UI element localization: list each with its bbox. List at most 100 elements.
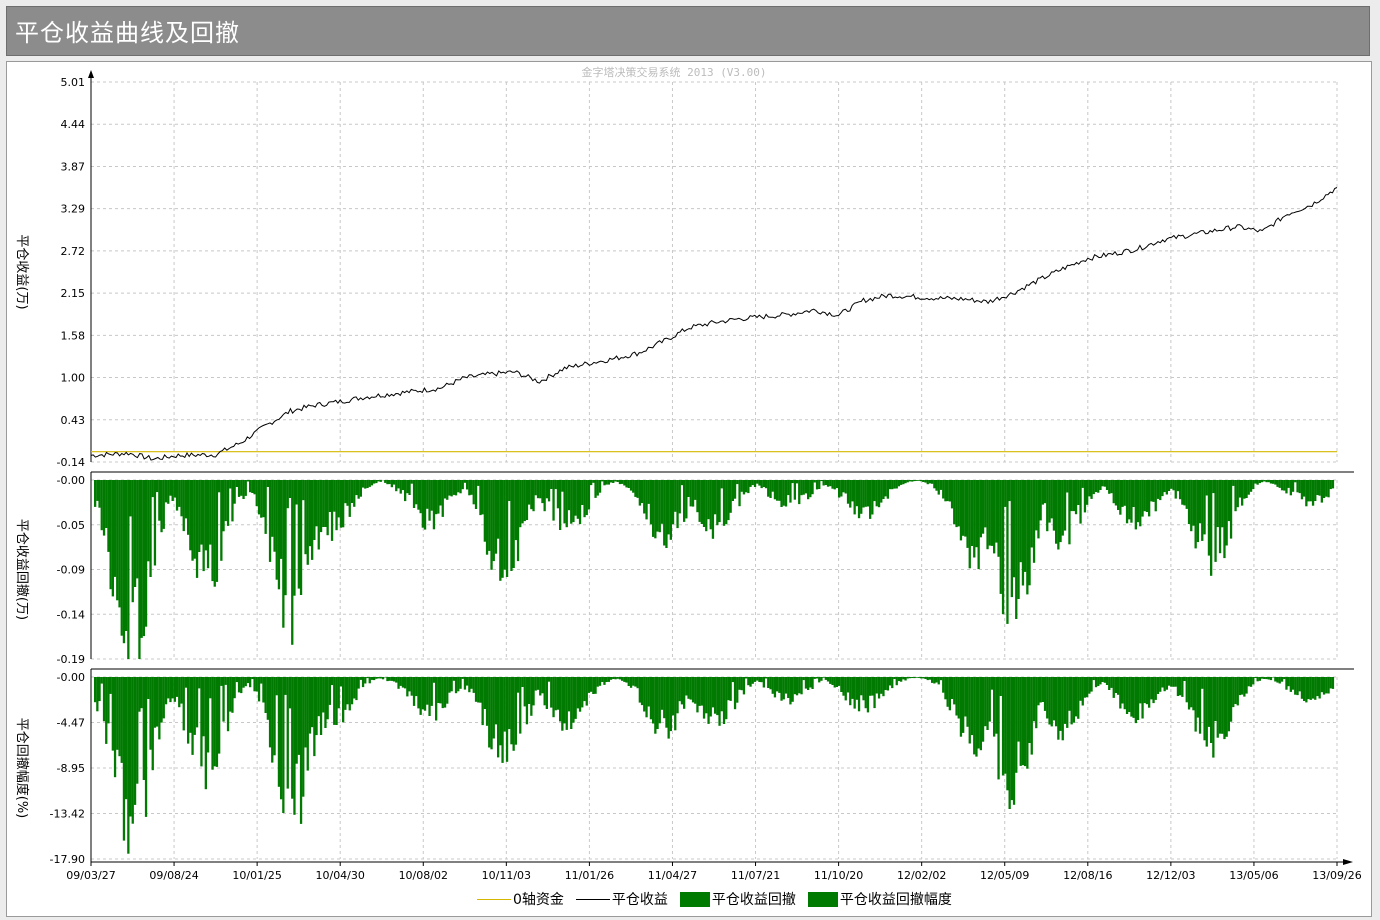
drawdown-bar	[1163, 480, 1166, 493]
drawdown-bar	[113, 480, 117, 577]
drawdown-bar	[1176, 480, 1180, 492]
drawdown-bar	[981, 480, 985, 534]
drawdown-bar	[326, 677, 329, 720]
drawdown-bar	[218, 677, 221, 754]
drawdown-bar	[202, 677, 205, 737]
drawdown-bar	[162, 677, 165, 719]
drawdown-bar	[694, 677, 697, 704]
drawdown-bar	[598, 677, 602, 686]
drawdown-bar	[880, 480, 883, 503]
drawdown-bar	[1017, 480, 1020, 599]
drawdown-bar	[441, 480, 444, 517]
drawdown-bar	[1212, 677, 1215, 758]
drawdown-bar	[94, 480, 97, 507]
drawdown-bar	[636, 480, 639, 498]
drawdown-bar	[1212, 480, 1215, 494]
drawdown-bar	[1256, 480, 1259, 485]
drawdown-bar	[536, 480, 540, 499]
drawdown-bar	[508, 677, 511, 730]
drawdown-bar	[1227, 480, 1230, 522]
drawdown-bar	[368, 677, 371, 684]
drawdown-bar	[448, 480, 451, 496]
drawdown-bar	[609, 677, 613, 680]
drawdown-bar	[156, 677, 159, 727]
drawdown-bar	[623, 677, 626, 682]
drawdown-bar	[1329, 480, 1332, 490]
drawdown-bar	[1207, 677, 1211, 727]
drawdown-bar	[587, 480, 591, 510]
drawdown-bar	[490, 480, 493, 570]
drawdown-bar	[935, 480, 938, 491]
drawdown-bar	[1256, 677, 1259, 682]
drawdown-bar	[419, 677, 422, 715]
drawdown-bar	[791, 677, 794, 702]
drawdown-bar	[175, 480, 179, 511]
drawdown-bar	[886, 480, 889, 499]
drawdown-bar	[652, 480, 655, 537]
drawdown-bar	[364, 677, 367, 684]
drawdown-bar	[193, 677, 196, 735]
drawdown-bar	[211, 480, 214, 582]
drawdown-bar	[1043, 480, 1047, 504]
y-tick-label: -13.42	[50, 808, 85, 821]
drawdown-bar	[129, 677, 132, 817]
drawdown-bar	[900, 480, 903, 485]
drawdown-bar	[862, 480, 865, 508]
drawdown-bar	[286, 480, 289, 509]
drawdown-bar	[443, 677, 447, 708]
drawdown-bar	[731, 677, 734, 683]
drawdown-bar	[1318, 480, 1321, 496]
drawdown-bar	[277, 677, 281, 787]
drawdown-bar	[477, 677, 480, 703]
drawdown-bar	[680, 677, 684, 705]
drawdown-bar	[229, 677, 232, 712]
drawdown-bar	[213, 677, 216, 767]
drawdown-bar	[603, 677, 606, 685]
drawdown-bar	[1066, 480, 1069, 493]
drawdown-bar	[184, 480, 188, 519]
drawdown-bar	[678, 480, 681, 514]
drawdown-bar	[804, 480, 808, 494]
drawdown-bar	[1021, 677, 1025, 766]
drawdown-bar	[1050, 677, 1053, 727]
drawdown-bar	[401, 480, 405, 491]
drawdown-bar	[756, 677, 759, 681]
drawdown-bar	[249, 677, 252, 688]
drawdown-bar	[663, 480, 666, 546]
drawdown-bar	[652, 677, 655, 724]
drawdown-bar	[1329, 677, 1332, 689]
drawdown-bar	[948, 480, 951, 502]
drawdown-bar	[926, 480, 929, 485]
drawdown-bar	[822, 480, 825, 486]
drawdown-bar	[375, 677, 378, 679]
drawdown-bar	[1165, 480, 1168, 495]
drawdown-bar	[435, 480, 438, 515]
drawdown-bar	[714, 480, 717, 515]
drawdown-bar	[249, 480, 252, 493]
drawdown-bar	[1068, 480, 1071, 545]
drawdown-bar	[640, 480, 644, 504]
drawdown-bar	[1309, 480, 1312, 502]
drawdown-bar	[829, 480, 832, 487]
drawdown-bar	[133, 480, 137, 587]
drawdown-bar	[231, 677, 234, 713]
drawdown-bar	[567, 677, 571, 712]
drawdown-bar	[1198, 677, 1202, 734]
drawdown-bar	[1077, 677, 1080, 719]
drawdown-bar	[1309, 677, 1312, 700]
legend-label: 平仓收益	[611, 892, 668, 908]
drawdown-bar	[488, 480, 491, 551]
drawdown-bar	[840, 480, 843, 497]
drawdown-bar	[195, 677, 199, 728]
drawdown-bar	[1265, 480, 1268, 483]
drawdown-bar	[851, 677, 854, 699]
drawdown-bar	[344, 677, 347, 710]
drawdown-bar	[1205, 677, 1208, 747]
drawdown-bar	[525, 677, 529, 725]
drawdown-bar	[944, 480, 947, 502]
drawdown-bar	[674, 480, 677, 512]
drawdown-bar	[933, 677, 936, 684]
drawdown-bar	[268, 677, 272, 748]
drawdown-bar	[891, 677, 894, 689]
drawdown-bar	[149, 677, 152, 750]
